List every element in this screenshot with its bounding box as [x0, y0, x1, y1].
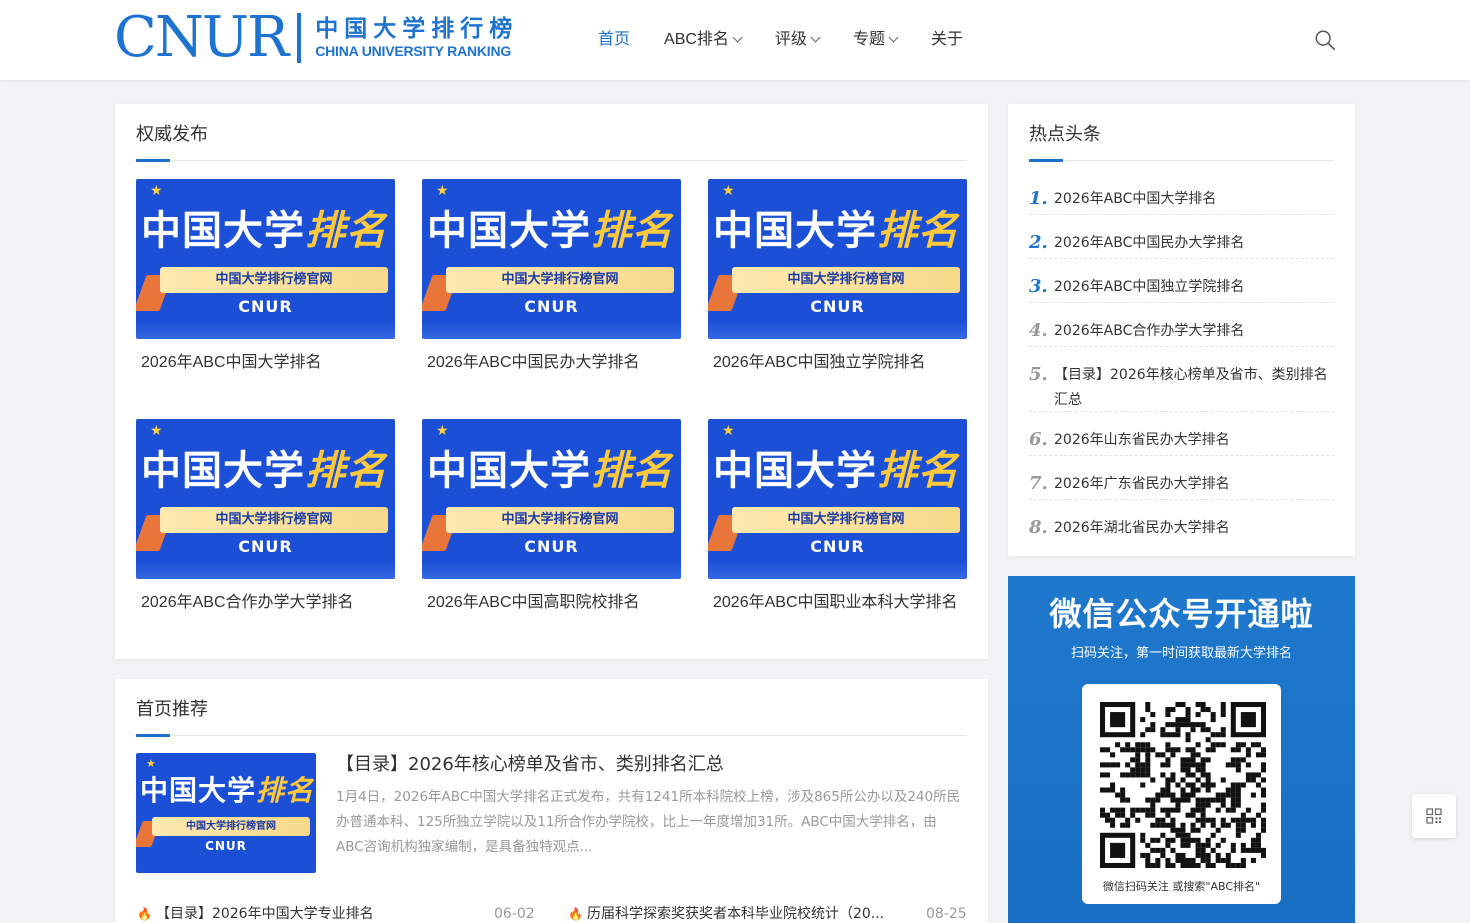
nav-topics[interactable]: 专题: [853, 28, 899, 52]
nav-about[interactable]: 关于: [931, 28, 963, 52]
logo-divider: [297, 13, 302, 63]
news-item[interactable]: 🔥 【目录】2026年中国大学专业排名: [137, 903, 374, 923]
rank-number: 1.: [1029, 188, 1048, 209]
hot-section: 热点头条 1. 2026年ABC中国大学排名 2. 2026年ABC中国民办大学…: [1008, 104, 1355, 556]
rank-number: 8.: [1029, 517, 1048, 538]
wechat-title: 微信公众号开通啦: [1049, 595, 1314, 633]
nav-home[interactable]: 首页: [598, 28, 630, 52]
ranking-item-title[interactable]: 2026年ABC中国大学排名: [141, 351, 322, 375]
hot-item-title[interactable]: 2026年ABC中国独立学院排名: [1054, 275, 1334, 300]
fire-icon: 🔥: [568, 907, 583, 921]
rank-number: 7.: [1029, 473, 1048, 494]
hot-item[interactable]: 3. 2026年ABC中国独立学院排名: [1029, 264, 1334, 303]
ranking-thumbnail[interactable]: ★ 中国大学排名 中国大学排行榜官网 CNUR: [708, 179, 967, 339]
site-logo[interactable]: CNUR 中国大学排行榜 CHINA UNIVERSITY RANKING: [114, 10, 518, 66]
ranking-item-title[interactable]: 2026年ABC中国职业本科大学排名: [713, 591, 958, 615]
featured-article-title[interactable]: 【目录】2026年核心榜单及省市、类别排名汇总: [336, 752, 724, 778]
hot-item[interactable]: 2. 2026年ABC中国民办大学排名: [1029, 220, 1334, 259]
site-header: CNUR 中国大学排行榜 CHINA UNIVERSITY RANKING 首页…: [0, 0, 1470, 80]
hot-item[interactable]: 4. 2026年ABC合作办学大学排名: [1029, 308, 1334, 347]
star-icon: ★: [150, 423, 163, 439]
ranking-thumbnail[interactable]: ★ 中国大学排名 中国大学排行榜官网 CNUR: [422, 419, 681, 579]
star-icon: ★: [722, 183, 735, 199]
hot-item-title[interactable]: 2026年广东省民办大学排名: [1054, 472, 1334, 497]
section-title: 权威发布: [136, 124, 208, 145]
chevron-down-icon: [732, 32, 743, 43]
hot-item-title[interactable]: 2026年ABC中国大学排名: [1054, 187, 1334, 212]
section-divider: [136, 734, 967, 737]
ranking-thumbnail[interactable]: ★ 中国大学排名 中国大学排行榜官网 CNUR: [708, 419, 967, 579]
star-icon: ★: [150, 183, 163, 199]
rank-number: 4.: [1029, 320, 1048, 341]
star-icon: ★: [722, 423, 735, 439]
star-icon: ★: [146, 757, 156, 770]
ranking-item-title[interactable]: 2026年ABC中国民办大学排名: [427, 351, 640, 375]
section-divider: [1029, 159, 1334, 162]
hot-item[interactable]: 8. 2026年湖北省民办大学排名: [1029, 505, 1334, 544]
hot-item[interactable]: 6. 2026年山东省民办大学排名: [1029, 417, 1334, 456]
featured-thumbnail[interactable]: ★ 中国大学排名 中国大学排行榜官网 CNUR: [136, 753, 316, 873]
logo-english-name: CHINA UNIVERSITY RANKING: [315, 43, 512, 59]
rank-number: 2.: [1029, 232, 1048, 253]
floating-qr-button[interactable]: [1412, 794, 1456, 838]
ranking-item-title[interactable]: 2026年ABC中国高职院校排名: [427, 591, 640, 615]
search-icon[interactable]: [1314, 29, 1336, 51]
rank-number: 3.: [1029, 276, 1048, 297]
fire-icon: 🔥: [137, 907, 152, 921]
ranking-thumbnail[interactable]: ★ 中国大学排名 中国大学排行榜官网 CNUR: [136, 179, 395, 339]
news-date: 06-02: [494, 906, 535, 922]
star-icon: ★: [436, 423, 449, 439]
section-title: 首页推荐: [136, 699, 208, 720]
qr-code-icon: [1426, 808, 1442, 824]
ranking-item-title[interactable]: 2026年ABC合作办学大学排名: [141, 591, 354, 615]
hot-item[interactable]: 7. 2026年广东省民办大学排名: [1029, 461, 1334, 500]
featured-article-summary: 1月4日，2026年ABC中国大学排名正式发布，共有1241所本科院校上榜，涉及…: [336, 789, 961, 855]
main-nav: 首页 ABC排名 评级 专题 关于: [598, 28, 997, 52]
hot-item-title[interactable]: 2026年山东省民办大学排名: [1054, 428, 1334, 453]
qr-code-image: [1100, 702, 1266, 868]
hot-item[interactable]: 5. 【目录】2026年核心榜单及省市、类别排名汇总: [1029, 352, 1334, 412]
news-item[interactable]: 🔥 历届科学探索奖获奖者本科毕业院校统计（20...: [568, 903, 884, 923]
section-title: 热点头条: [1029, 124, 1101, 145]
logo-chinese-name: 中国大学排行榜: [315, 15, 519, 42]
chevron-down-icon: [810, 32, 821, 43]
qr-code-box: 微信扫码关注 或搜索"ABC排名": [1082, 684, 1281, 904]
nav-rating[interactable]: 评级: [775, 28, 821, 52]
rank-number: 5.: [1029, 364, 1048, 385]
hot-item-title[interactable]: 2026年ABC中国民办大学排名: [1054, 231, 1334, 256]
logo-cnur-text: CNUR: [114, 5, 289, 70]
ranking-thumbnail[interactable]: ★ 中国大学排名 中国大学排行榜官网 CNUR: [422, 179, 681, 339]
star-icon: ★: [436, 183, 449, 199]
hot-item-title[interactable]: 2026年ABC合作办学大学排名: [1054, 319, 1334, 344]
hot-item-title[interactable]: 2026年湖北省民办大学排名: [1054, 516, 1334, 541]
ranking-thumbnail[interactable]: ★ 中国大学排名 中国大学排行榜官网 CNUR: [136, 419, 395, 579]
nav-abc-ranking[interactable]: ABC排名: [664, 28, 743, 52]
hot-item[interactable]: 1. 2026年ABC中国大学排名: [1029, 176, 1334, 215]
wechat-caption: 微信扫码关注 或搜索"ABC排名": [1102, 880, 1261, 893]
news-date: 08-25: [926, 906, 967, 922]
wechat-promo: 微信公众号开通啦 扫码关注，第一时间获取最新大学排名 微信扫码关注 或搜索"AB…: [1008, 576, 1355, 923]
hot-item-title[interactable]: 【目录】2026年核心榜单及省市、类别排名汇总: [1054, 363, 1334, 413]
section-divider: [136, 159, 967, 162]
wechat-subtitle: 扫码关注，第一时间获取最新大学排名: [1070, 646, 1292, 661]
chevron-down-icon: [888, 32, 899, 43]
rank-number: 6.: [1029, 429, 1048, 450]
ranking-item-title[interactable]: 2026年ABC中国独立学院排名: [713, 351, 926, 375]
